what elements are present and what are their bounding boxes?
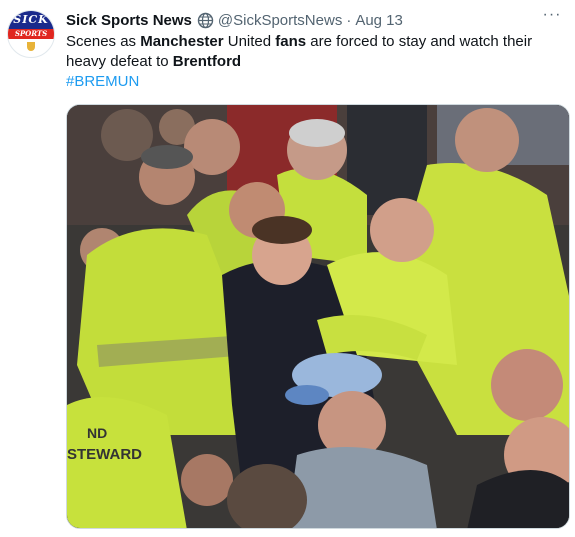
avatar-logo-top: SICK [13, 13, 49, 26]
tweet-text-bold: Brentford [172, 53, 242, 70]
tweet-photo[interactable]: ND STEWARD [66, 104, 570, 529]
more-options-icon[interactable]: ··· [541, 7, 563, 28]
header-separator: · [346, 11, 352, 29]
avatar-logo-bottom: SPORTS [14, 29, 48, 38]
globe-icon [197, 12, 214, 29]
trophy-icon [27, 42, 35, 51]
vest-text: STEWARD [67, 446, 142, 463]
vest-text-top: ND [87, 425, 107, 441]
tweet-text-bold: Manchester [140, 33, 224, 50]
tweet-card[interactable]: SICK SPORTS Sick Sports News @SickSports… [0, 0, 575, 537]
tweet-date[interactable]: Aug 13 [355, 12, 403, 29]
author-name[interactable]: Sick Sports News [66, 12, 192, 29]
photo-illustration: ND STEWARD [67, 105, 569, 528]
tweet-text: Scenes as Manchester United fans are for… [66, 32, 556, 92]
tweet-text-part: United [223, 33, 276, 50]
hashtag-link[interactable]: #BREMUN [66, 72, 556, 92]
avatar[interactable]: SICK SPORTS [7, 10, 55, 58]
tweet-header: Sick Sports News @SickSportsNews · Aug 1… [66, 10, 403, 30]
tweet-text-part: Scenes as [66, 33, 141, 50]
tweet-text-bold: fans [275, 33, 307, 50]
author-handle[interactable]: @SickSportsNews [218, 12, 342, 29]
